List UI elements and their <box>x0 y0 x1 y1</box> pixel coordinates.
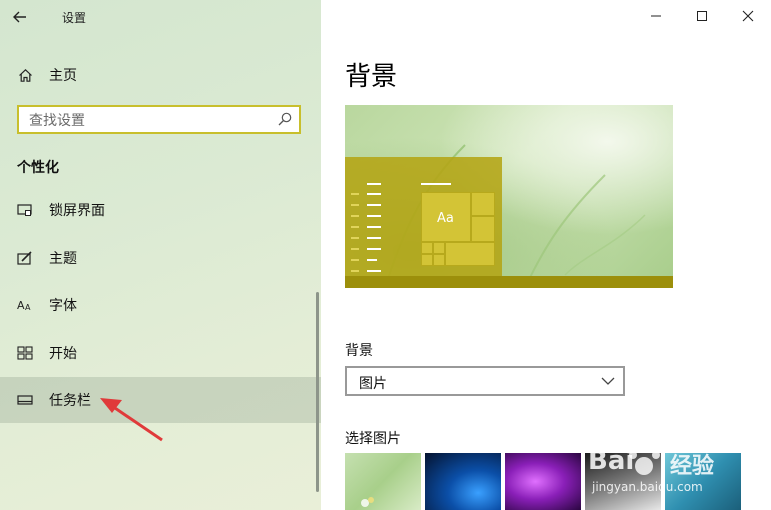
background-preview: Aa <box>345 105 673 288</box>
preview-tile <box>471 216 495 242</box>
preview-tile <box>433 254 445 266</box>
watermark: Bai 经验 jingyan.baidu.com <box>588 440 768 500</box>
preview-tile <box>421 242 433 254</box>
preview-list-line <box>367 237 381 239</box>
nav-item-label: 任务栏 <box>49 393 91 409</box>
preview-start-menu <box>345 157 502 276</box>
background-select[interactable]: 图片 <box>345 366 625 396</box>
watermark-site: jingyan.baidu.com <box>592 480 703 494</box>
nav-item-fonts[interactable]: A A 字体 <box>0 282 321 328</box>
search-box[interactable] <box>17 105 301 134</box>
preview-list-line <box>421 183 451 185</box>
preview-list-line <box>351 248 359 250</box>
preview-tile <box>471 192 495 216</box>
back-arrow-icon <box>13 11 26 23</box>
watermark-brand-suffix: 经验 <box>670 454 715 479</box>
preview-tile <box>421 254 433 266</box>
preview-list-line <box>367 215 381 217</box>
picture-thumbnail[interactable] <box>345 453 421 510</box>
preview-list-line <box>367 183 381 185</box>
nav-home-label: 主页 <box>49 68 77 84</box>
preview-tile-text: Aa <box>437 211 454 226</box>
choose-picture-label: 选择图片 <box>345 431 401 447</box>
preview-list-line <box>351 215 359 217</box>
preview-taskbar <box>345 276 673 288</box>
section-title: 个性化 <box>17 160 59 176</box>
watermark-brand: Bai <box>588 446 635 476</box>
nav-item-label: 开始 <box>49 346 77 362</box>
annotation-arrow-icon <box>100 398 163 442</box>
preview-list-line <box>367 193 381 195</box>
sidebar-scrollbar[interactable] <box>316 292 319 492</box>
close-icon <box>742 10 754 22</box>
preview-tile <box>445 242 495 266</box>
search-input[interactable] <box>27 110 271 132</box>
nav-home[interactable]: 主页 <box>0 58 321 92</box>
svg-text:A: A <box>17 299 25 312</box>
background-label: 背景 <box>345 343 373 359</box>
preview-list-line <box>351 226 359 228</box>
preview-list-line <box>351 259 359 261</box>
chevron-down-icon <box>601 377 615 385</box>
start-tiles-icon <box>17 345 33 361</box>
svg-text:A: A <box>25 303 31 312</box>
app-title: 设置 <box>62 11 87 25</box>
home-icon <box>17 67 33 83</box>
settings-sidebar: 设置 主页 个性化 锁屏界面 <box>0 0 321 510</box>
preview-list-line <box>351 270 359 272</box>
preview-list-line <box>367 259 377 261</box>
preview-list-line <box>351 204 359 206</box>
nav-item-label: 字体 <box>49 298 77 314</box>
minimize-button[interactable] <box>633 0 679 32</box>
title-bar: 设置 <box>0 0 321 34</box>
preview-list-line <box>367 270 381 272</box>
nav-item-label: 主题 <box>49 251 77 267</box>
nav-item-start[interactable]: 开始 <box>0 330 321 376</box>
page-title: 背景 <box>345 62 398 92</box>
preview-tile <box>433 242 445 254</box>
picture-thumbnail[interactable] <box>425 453 501 510</box>
settings-main: 背景 Aa 背景 图片 选择图片 <box>321 0 771 510</box>
preview-list-line <box>351 193 359 195</box>
close-button[interactable] <box>725 0 771 32</box>
back-button[interactable] <box>8 6 32 28</box>
font-aa-icon: A A <box>17 297 33 313</box>
minimize-icon <box>651 15 661 17</box>
maximize-button[interactable] <box>679 0 725 32</box>
preview-list-line <box>367 226 381 228</box>
search-icon[interactable] <box>277 111 293 127</box>
background-select-value: 图片 <box>359 376 387 392</box>
picture-thumbnail[interactable] <box>505 453 581 510</box>
theme-brush-icon <box>17 250 33 266</box>
preview-list-line <box>367 204 381 206</box>
lock-screen-icon <box>17 202 33 218</box>
preview-list-line <box>367 248 381 250</box>
maximize-icon <box>697 11 707 21</box>
preview-list-line <box>351 237 359 239</box>
nav-item-label: 锁屏界面 <box>49 203 105 219</box>
nav-item-theme[interactable]: 主题 <box>0 235 321 281</box>
flower-decoration <box>361 497 374 507</box>
taskbar-icon <box>17 392 33 408</box>
nav-item-lock-screen[interactable]: 锁屏界面 <box>0 187 321 233</box>
